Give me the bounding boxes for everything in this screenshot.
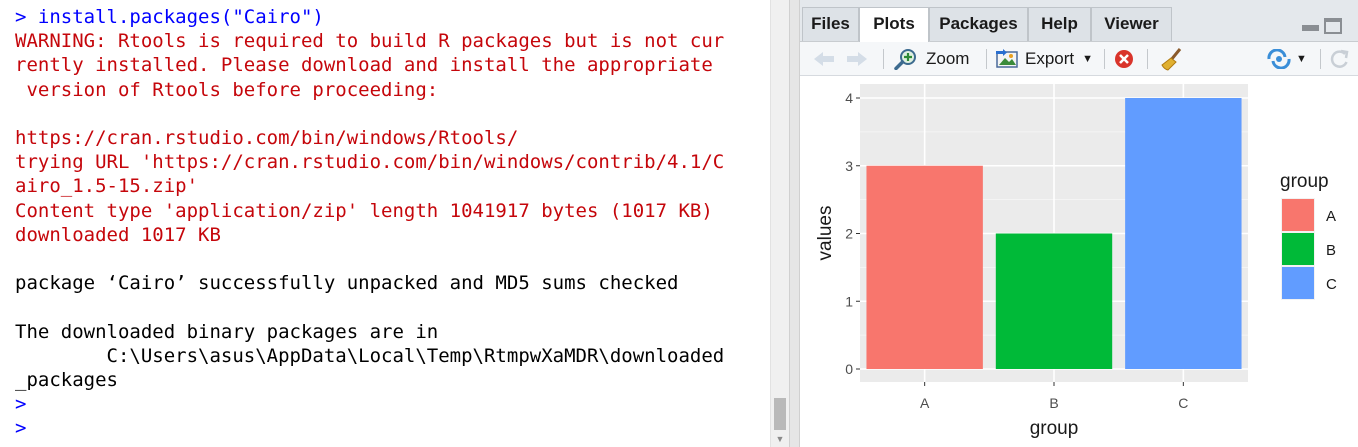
y-tick-label: 2 (845, 226, 853, 242)
legend-label: A (1326, 208, 1336, 225)
remove-plot-icon (1113, 48, 1135, 70)
tab-viewer[interactable]: Viewer (1091, 7, 1172, 41)
y-tick-label: 3 (845, 158, 853, 174)
plot-area: 0 1 2 3 4 A B Cgroup values group A B C (800, 76, 1358, 447)
console-line: WARNING: Rtools is required to build R p… (15, 30, 725, 53)
plots-toolbar: Zoom Export ▼ ▼ (800, 42, 1358, 76)
console-line: version of Rtools before proceeding: (15, 78, 439, 101)
tab-files[interactable]: Files (802, 7, 859, 41)
console-line: downloaded 1017 KB (15, 223, 221, 246)
x-tick-label: B (1049, 395, 1058, 411)
chevron-down-icon: ▼ (1082, 53, 1094, 65)
legend-label: C (1326, 276, 1337, 293)
remove-plot-button[interactable] (1113, 42, 1135, 76)
bar-B (995, 233, 1113, 369)
bar-C (1125, 98, 1242, 369)
viewer-pane: Files Plots Packages Help Viewer Zoom Ex… (800, 0, 1358, 447)
maximize-pane-icon[interactable] (1324, 18, 1342, 34)
y-axis-label: values (815, 206, 836, 261)
forward-arrow-icon[interactable] (845, 42, 869, 76)
publish-icon (1266, 49, 1292, 69)
chevron-down-icon: ▼ (1296, 53, 1307, 65)
console-pane[interactable]: > install.packages("Cairo") WARNING: Rtoo… (0, 0, 770, 447)
viewer-tabbar: Files Plots Packages Help Viewer (800, 0, 1358, 42)
bar-A (866, 165, 983, 369)
pane-splitter[interactable] (789, 0, 800, 447)
console-line: > install.packages("Cairo") (15, 6, 324, 28)
toolbar-separator (986, 49, 987, 69)
toolbar-separator (1320, 49, 1321, 69)
x-tick-label: C (1178, 395, 1188, 411)
legend-swatch-A (1282, 199, 1314, 231)
toolbar-separator (1147, 49, 1148, 69)
console-line: _packages (15, 369, 118, 391)
export-button[interactable]: Export ▼ (996, 42, 1093, 76)
legend-title: group (1280, 171, 1329, 192)
legend-swatch-C (1282, 267, 1314, 299)
console-line: > (15, 393, 27, 416)
console-line: The downloaded binary packages are in (15, 320, 439, 343)
tab-plots[interactable]: Plots (859, 7, 929, 42)
tab-packages[interactable]: Packages (929, 7, 1028, 41)
clear-all-plots-button[interactable] (1160, 42, 1184, 76)
bar-chart: 01234A B CgroupvaluesgroupABC (815, 84, 1337, 439)
x-tick-label: A (920, 395, 930, 411)
zoom-icon (894, 48, 918, 70)
refresh-icon (1328, 48, 1350, 70)
toolbar-separator (1104, 49, 1105, 69)
zoom-label: Zoom (926, 49, 970, 68)
refresh-button[interactable] (1328, 42, 1350, 76)
export-label: Export (1025, 49, 1075, 68)
console-line: > (15, 417, 27, 440)
back-arrow-icon[interactable] (812, 42, 836, 76)
y-tick-label: 1 (845, 293, 853, 309)
scroll-down-arrow-icon[interactable]: ▼ (774, 434, 786, 444)
console-line: trying URL 'https://cran.rstudio.com/bin… (15, 151, 725, 174)
legend-label: B (1326, 242, 1336, 259)
minimize-pane-icon[interactable] (1302, 25, 1319, 31)
export-icon (996, 49, 1020, 69)
console-scrollbar[interactable]: ▼ (770, 0, 789, 447)
scrollbar-thumb[interactable] (774, 398, 786, 430)
console-line: Content type 'application/zip' length 10… (15, 199, 713, 222)
console-line: https://cran.rstudio.com/bin/windows/Rto… (15, 127, 519, 149)
publish-button[interactable]: ▼ (1266, 42, 1307, 76)
x-axis-label: group (1030, 418, 1079, 439)
console-line: airo_1.5-15.zip' (15, 175, 199, 198)
y-tick-label: 0 (845, 361, 853, 377)
console-line: package ‘Cairo’ successfully unpacked an… (15, 272, 679, 295)
broom-icon (1160, 47, 1184, 71)
console-line: C:\Users\asus\AppData\Local\Temp\RtmpwXa… (15, 344, 725, 367)
y-tick-label: 4 (845, 90, 853, 106)
toolbar-separator (883, 49, 884, 69)
zoom-button[interactable]: Zoom (894, 42, 969, 76)
tab-help[interactable]: Help (1028, 7, 1091, 41)
console-line: rently installed. Please download and in… (15, 54, 713, 77)
legend-swatch-B (1282, 233, 1314, 265)
